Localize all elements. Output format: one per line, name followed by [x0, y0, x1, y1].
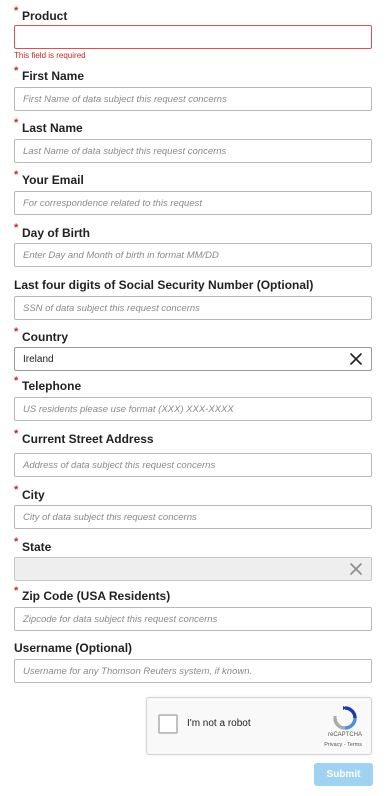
zip-input[interactable]: Zipcode for data subject this request co…	[14, 607, 372, 631]
email-label: Your Email	[22, 173, 84, 187]
recaptcha-privacy-terms-links[interactable]: Privacy - Terms	[324, 742, 362, 748]
close-icon[interactable]	[349, 562, 363, 576]
city-input[interactable]: City of data subject this request concer…	[14, 505, 372, 529]
submit-button[interactable]: Submit	[314, 763, 373, 786]
telephone-input[interactable]: US residents please use format (XXX) XXX…	[14, 397, 372, 421]
city-label: City	[22, 488, 45, 502]
close-icon[interactable]	[349, 352, 363, 366]
state-label: State	[22, 540, 52, 554]
dob-label: Day of Birth	[22, 226, 91, 240]
recaptcha-brand: reCAPTCHA	[327, 732, 362, 738]
zip-label: Zip Code (USA Residents)	[22, 589, 171, 603]
telephone-label: Telephone	[22, 379, 82, 393]
recaptcha-logo-icon	[332, 705, 358, 731]
recaptcha-checkbox[interactable]	[158, 714, 178, 734]
last-name-input[interactable]: Last Name of data subject this request c…	[14, 139, 372, 163]
ssn-input[interactable]: SSN of data subject this request concern…	[14, 296, 372, 320]
street-label: Current Street Address	[22, 432, 154, 446]
last-name-label: Last Name	[22, 121, 83, 135]
product-error-message: This field is required	[14, 51, 86, 60]
ssn-label: Last four digits of Social Security Numb…	[14, 278, 314, 292]
username-label: Username (Optional)	[14, 641, 133, 655]
recaptcha-widget: I'm not a robot reCAPTCHA Privacy - Term…	[146, 697, 372, 755]
product-label: Product	[22, 9, 68, 23]
dob-input[interactable]: Enter Day and Month of birth in format M…	[14, 243, 372, 267]
email-input[interactable]: For correspondence related to this reque…	[14, 191, 372, 215]
product-input[interactable]	[14, 25, 372, 49]
first-name-label: First Name	[22, 69, 85, 83]
recaptcha-label: I'm not a robot	[187, 718, 251, 729]
state-select[interactable]	[14, 557, 372, 581]
country-select[interactable]: Ireland	[14, 347, 372, 371]
first-name-input[interactable]: First Name of data subject this request …	[14, 87, 372, 111]
street-input[interactable]: Address of data subject this request con…	[14, 453, 372, 477]
username-input[interactable]: Username for any Thomson Reuters system,…	[14, 659, 372, 683]
country-label: Country	[22, 330, 68, 344]
